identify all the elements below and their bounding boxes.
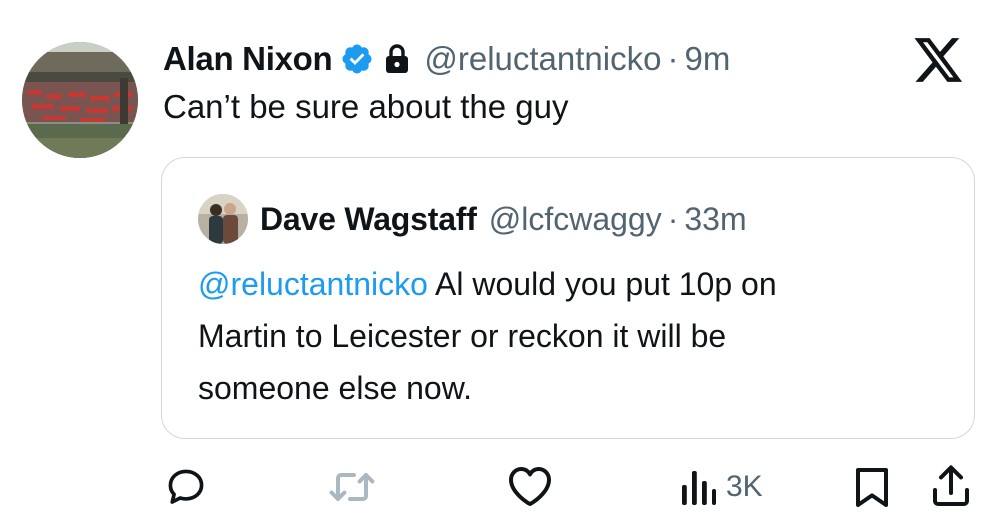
reply-icon xyxy=(168,469,204,504)
like-icon xyxy=(509,467,551,506)
separator-dot: · xyxy=(667,40,679,77)
quoted-author-avatar[interactable] xyxy=(198,194,248,244)
quoted-text-line-1-rest: Al would you put 10p on xyxy=(427,266,777,302)
bookmark-button[interactable] xyxy=(852,465,892,509)
bookmark-icon xyxy=(856,468,888,507)
mention-link[interactable]: @reluctantnicko xyxy=(198,266,428,302)
views-icon xyxy=(682,471,716,505)
quoted-author-handle: @lcfcwaggy xyxy=(488,200,662,237)
quoted-author-name: Dave Wagstaff xyxy=(260,200,477,237)
quoted-tweet-header: Dave Wagstaff @lcfcwaggy · 33m xyxy=(260,196,747,242)
quoted-separator-dot: · xyxy=(667,200,679,237)
author-name[interactable]: Alan Nixon xyxy=(163,40,333,78)
quoted-tweet-card[interactable]: Dave Wagstaff @lcfcwaggy · 33m @reluctan… xyxy=(161,157,975,439)
retweet-button[interactable] xyxy=(328,465,376,509)
retweet-icon xyxy=(329,473,375,501)
lock-icon xyxy=(384,43,410,75)
x-logo-icon[interactable] xyxy=(912,38,966,84)
share-button[interactable] xyxy=(930,463,972,509)
author-avatar[interactable] xyxy=(22,42,138,158)
tweet-text: Can’t be sure about the guy xyxy=(163,88,569,125)
quoted-text-line-3: someone else now. xyxy=(198,370,472,406)
avatar-image xyxy=(22,42,138,158)
author-handle[interactable]: @reluctantnicko xyxy=(424,40,661,78)
share-icon xyxy=(933,465,969,506)
tweet-time[interactable]: 9m xyxy=(684,40,730,78)
quoted-text-line-1: @reluctantnicko Al would you put 10p on xyxy=(198,258,958,310)
quoted-text-line-2: Martin to Leicester or reckon it will be xyxy=(198,318,727,354)
views-button[interactable]: 3K xyxy=(678,465,763,509)
action-bar: 3K xyxy=(0,455,1000,515)
quoted-tweet-text: @reluctantnicko Al would you put 10p on … xyxy=(198,258,958,414)
quoted-avatar-image xyxy=(198,194,248,244)
quoted-tweet-time: 33m xyxy=(684,200,747,237)
tweet-header: Alan Nixon @reluctantnicko · 9m xyxy=(163,36,730,82)
reply-button[interactable] xyxy=(164,465,208,509)
verified-badge-icon[interactable] xyxy=(340,42,374,76)
views-count: 3K xyxy=(726,470,763,503)
like-button[interactable] xyxy=(506,463,554,509)
